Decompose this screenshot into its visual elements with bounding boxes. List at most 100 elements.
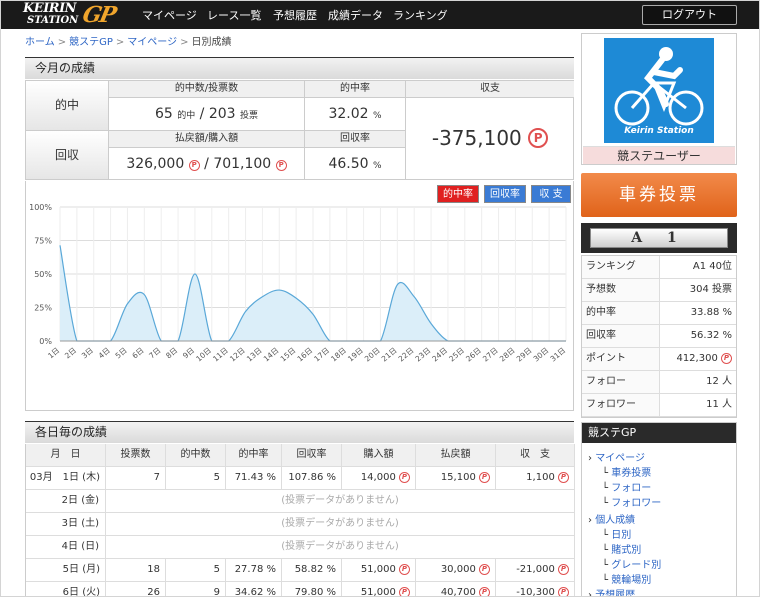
breadcrumb-separator: >: [115, 37, 125, 48]
subnav-item[interactable]: › 個人成績: [588, 511, 635, 526]
cell-buy: 51,000 P: [342, 582, 416, 597]
breadcrumb-gp[interactable]: 競ステGP: [69, 37, 113, 48]
x-tick-label: 4日: [97, 346, 112, 361]
cell-buy: 51,000 P: [342, 559, 416, 582]
cell-votes: 7: [106, 467, 166, 490]
stat-value: 56.32 %: [691, 325, 732, 347]
stat-row: フォロワー 11 人: [582, 394, 736, 417]
nav-mypage[interactable]: マイページ: [142, 7, 197, 23]
x-tick-label: 3日: [80, 346, 95, 361]
subnav-bullet-icon: └: [602, 575, 612, 586]
no-data-message: (投票データがありません): [106, 490, 575, 513]
point-icon: P: [528, 128, 549, 148]
percent-unit: %: [372, 111, 382, 121]
point-icon: P: [399, 472, 410, 483]
payout-header: 払戻額/購入額: [109, 131, 305, 148]
stat-label: ポイント: [582, 348, 660, 370]
buy-ticket-button[interactable]: 車券投票: [581, 173, 737, 217]
x-tick-label: 18日: [329, 346, 348, 364]
stat-label: フォロワー: [582, 394, 660, 416]
cell-value: 15,100: [440, 472, 476, 483]
x-tick-label: 5日: [114, 346, 129, 361]
header-hit-rate: 的中率: [226, 444, 282, 467]
logo-station-text: STATION: [27, 15, 79, 26]
subnav-item-label: 競輪場別: [611, 575, 652, 586]
cell-date: 3日 (土): [26, 513, 106, 536]
x-tick-label: 27日: [481, 346, 500, 364]
x-tick-label: 19日: [346, 346, 365, 364]
user-avatar-card[interactable]: Keirin Station 競ステユーザー: [581, 33, 737, 165]
cell-pay: 30,000 P: [416, 559, 496, 582]
breadcrumb-separator: >: [57, 37, 67, 48]
balance-number: -375,100: [431, 126, 522, 150]
subnav-item-label: グレード別: [611, 560, 662, 571]
site-logo[interactable]: KEIRIN STATION GP: [23, 2, 128, 28]
payout-number: 326,000: [126, 156, 185, 172]
cell-value: 9: [213, 587, 220, 597]
subnav-bullet-icon: └: [602, 498, 612, 509]
subnav-item[interactable]: └ 日別: [602, 526, 631, 541]
x-tick-label: 16日: [295, 346, 314, 364]
avatar-caption: Keirin Station: [624, 126, 694, 136]
x-tick-label: 29日: [515, 346, 534, 364]
point-icon: P: [188, 160, 200, 171]
breadcrumb-separator: >: [180, 37, 189, 48]
cell-value: 51,000: [360, 587, 396, 597]
cell-hits: 5: [166, 467, 226, 490]
nav-results-data[interactable]: 成績データ: [328, 7, 383, 23]
stat-row: フォロー 12 人: [582, 371, 736, 394]
subnav-item[interactable]: └ 競輪場別: [602, 571, 651, 586]
subnav-item[interactable]: └ 車券投票: [602, 464, 651, 479]
x-tick-label: 24日: [430, 346, 449, 364]
subnav-item[interactable]: └ グレード別: [602, 556, 661, 571]
header-recovery-rate: 回収率: [282, 444, 342, 467]
x-tick-label: 28日: [498, 346, 517, 364]
nav-prediction-history[interactable]: 予想履歴: [273, 7, 317, 23]
y-tick-label: 100%: [29, 203, 52, 212]
cell-rec: 79.80 %: [282, 582, 342, 596]
user-stats-table: ランキング A1 40位 予想数 304 投票 的中率 33.88 % 回収率 56.32 %…: [581, 255, 737, 418]
table-row: 4日 (日) (投票データがありません): [26, 536, 575, 559]
stat-value: 11 人: [706, 394, 732, 416]
logo-gp-text: GP: [80, 2, 118, 28]
cell-hits: 9: [166, 582, 226, 597]
subnav-item[interactable]: └ フォロー: [602, 479, 651, 494]
cell-value: 26: [147, 587, 160, 597]
votes-value: 203: [208, 106, 236, 122]
point-icon: P: [275, 160, 287, 171]
subnav-item[interactable]: └ フォロワー: [602, 494, 661, 509]
month-section-title: 今月の成績: [25, 57, 574, 79]
point-icon: P: [399, 564, 410, 575]
daily-results-table: 月 日 投票数 的中数 的中率 回収率 購入額 払戻額 収 支 03月 1日 (…: [25, 444, 575, 597]
x-tick-label: 1日: [46, 346, 61, 361]
x-tick-label: 15日: [279, 346, 298, 364]
stat-label: 予想数: [582, 279, 660, 301]
subnav-item[interactable]: └ 賭式別: [602, 541, 641, 556]
x-tick-label: 12日: [228, 346, 247, 364]
stat-value-text: 304 投票: [689, 284, 732, 295]
cell-value: 5: [213, 564, 220, 575]
cell-votes: 26: [106, 582, 166, 597]
x-tick-label: 23日: [414, 346, 433, 364]
logout-button[interactable]: ログアウト: [642, 5, 737, 25]
subnav-item[interactable]: › マイページ: [588, 449, 645, 464]
stat-row: 的中率 33.88 %: [582, 302, 736, 325]
breadcrumb-home[interactable]: ホーム: [25, 37, 55, 48]
breadcrumb-mypage[interactable]: マイページ: [127, 37, 177, 48]
subnav-item[interactable]: › 予想履歴: [588, 586, 635, 596]
nav-race-list[interactable]: レース一覧: [207, 7, 261, 23]
stat-value: 304 投票: [690, 279, 732, 301]
x-tick-label: 25日: [447, 346, 466, 364]
cell-value: 18: [147, 564, 160, 575]
point-icon: P: [558, 564, 569, 575]
x-tick-label: 11日: [211, 346, 230, 364]
cell-hits: 5: [166, 559, 226, 582]
nav-ranking[interactable]: ランキング: [393, 7, 448, 23]
cell-value: -21,000: [516, 564, 555, 575]
cell-hit-rate: 71.43 %: [226, 467, 282, 490]
x-tick-label: 13日: [245, 346, 264, 364]
stat-value-text: A1 40位: [692, 261, 732, 272]
cell-buy: 14,000 P: [342, 467, 416, 490]
hits-value: 65: [154, 106, 173, 122]
balance-value: -375,100 P: [406, 98, 574, 180]
